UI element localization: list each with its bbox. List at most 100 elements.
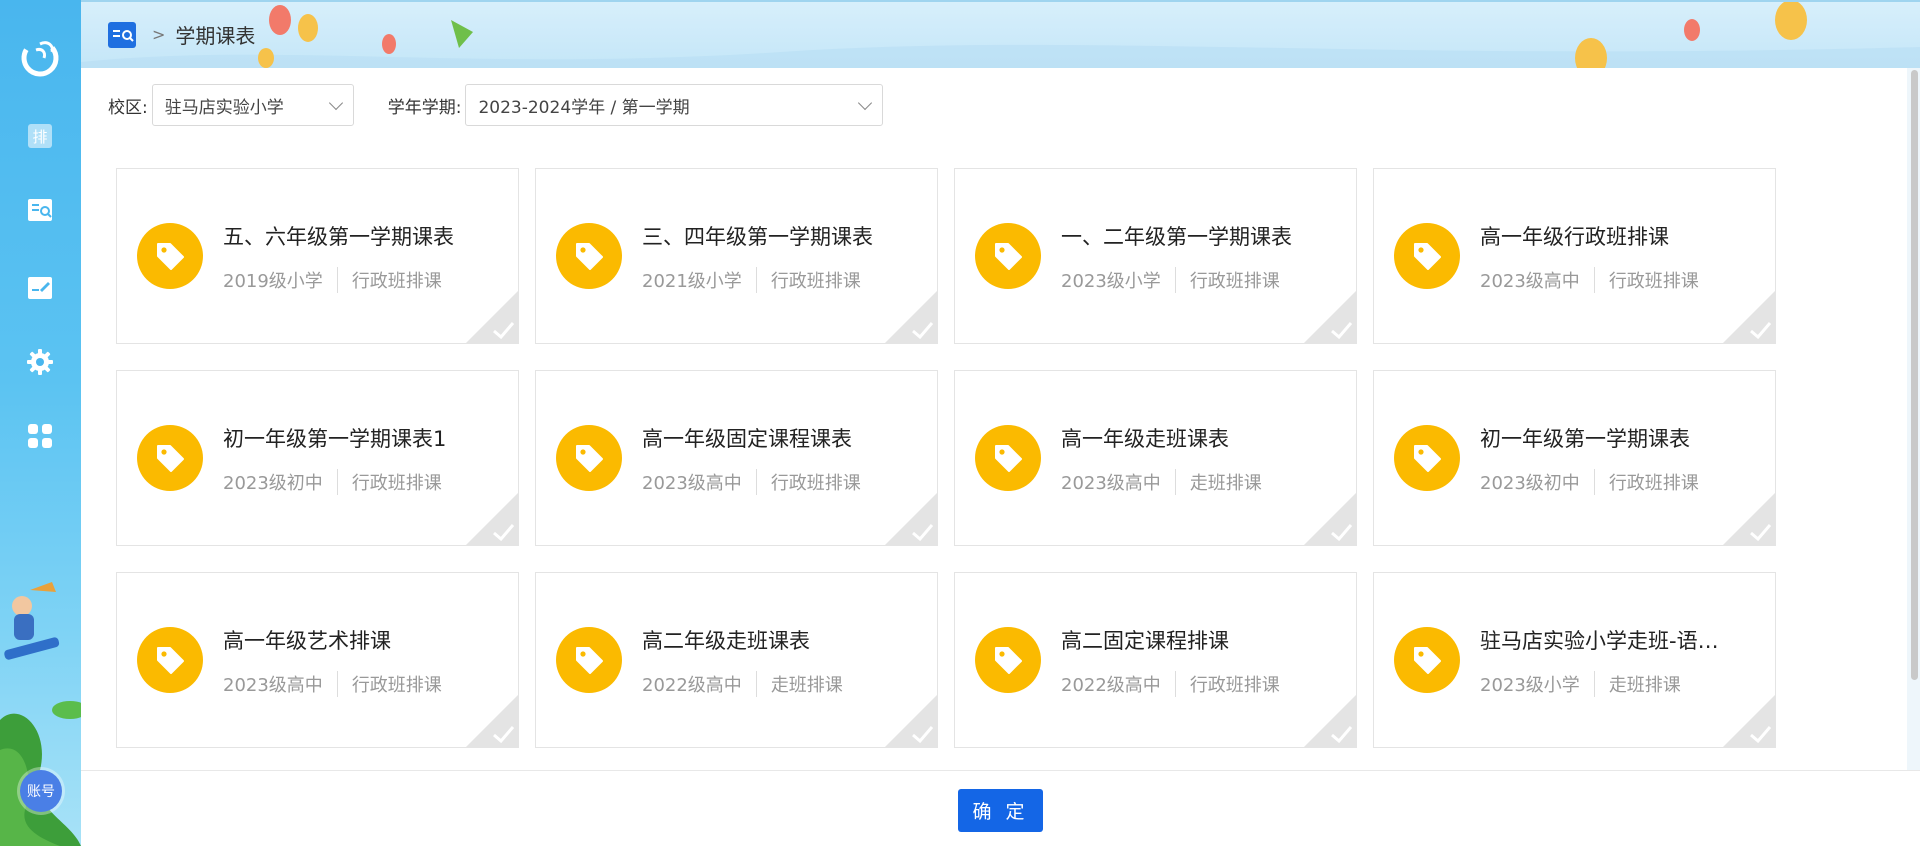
tag-icon bbox=[975, 223, 1041, 289]
divider bbox=[1593, 469, 1595, 495]
checkmark-corner-icon bbox=[1723, 291, 1775, 343]
schedule-card[interactable]: 高一年级行政班排课 2023级高中 行政班排课 bbox=[1373, 168, 1776, 344]
card-title: 初一年级第一学期课表 bbox=[1480, 427, 1690, 451]
schedule-card[interactable]: 高一年级走班课表 2023级高中 走班排课 bbox=[954, 370, 1357, 546]
card-meta: 2021级小学 行政班排课 bbox=[642, 267, 861, 293]
card-grade: 2023级高中 bbox=[642, 473, 742, 494]
sidebar-item-schedule[interactable]: 排 bbox=[22, 118, 58, 154]
card-meta: 2023级小学 走班排课 bbox=[1480, 671, 1681, 697]
card-schedule-type: 走班排课 bbox=[1189, 473, 1262, 494]
tag-icon bbox=[556, 223, 622, 289]
schedule-card[interactable]: 驻马店实验小学走班-语… 2023级小学 走班排课 bbox=[1373, 572, 1776, 748]
campus-label: 校区: bbox=[108, 97, 148, 118]
card-schedule-type: 行政班排课 bbox=[1608, 271, 1699, 292]
card-title: 高一年级艺术排课 bbox=[223, 629, 391, 653]
schedule-card[interactable]: 一、二年级第一学期课表 2023级小学 行政班排课 bbox=[954, 168, 1357, 344]
checkmark-corner-icon bbox=[466, 695, 518, 747]
schedule-card[interactable]: 初一年级第一学期课表1 2023级初中 行政班排课 bbox=[116, 370, 519, 546]
card-grade: 2023级小学 bbox=[1061, 271, 1161, 292]
card-schedule-type: 走班排课 bbox=[770, 675, 843, 696]
term-label: 学年学期: bbox=[387, 97, 462, 118]
breadcrumb: > 学期课表 bbox=[108, 20, 255, 49]
schedule-card[interactable]: 高二年级走班课表 2022级高中 走班排课 bbox=[535, 572, 938, 748]
card-grade: 2023级小学 bbox=[1480, 675, 1580, 696]
confirm-button[interactable]: 确 定 bbox=[958, 789, 1043, 832]
card-grade: 2023级高中 bbox=[1061, 473, 1161, 494]
card-schedule-type: 行政班排课 bbox=[1189, 675, 1280, 696]
tag-icon bbox=[137, 223, 203, 289]
main-panel: 校区: 驻马店实验小学 学年学期: 2023-2024学年 / 第一学期 五、六… bbox=[81, 68, 1907, 770]
sidebar-item-apps[interactable] bbox=[22, 418, 58, 454]
account-button[interactable]: 账号 bbox=[20, 770, 62, 812]
schedule-card[interactable]: 五、六年级第一学期课表 2019级小学 行政班排课 bbox=[116, 168, 519, 344]
book-search-icon bbox=[28, 199, 52, 221]
card-meta: 2023级初中 行政班排课 bbox=[1480, 469, 1699, 495]
checkmark-corner-icon bbox=[1723, 493, 1775, 545]
checkmark-corner-icon bbox=[885, 493, 937, 545]
chevron-down-icon bbox=[858, 95, 873, 110]
schedule-card[interactable]: 三、四年级第一学期课表 2021级小学 行政班排课 bbox=[535, 168, 938, 344]
checkmark-corner-icon bbox=[1304, 291, 1356, 343]
campus-select[interactable]: 驻马店实验小学 bbox=[151, 84, 354, 126]
divider bbox=[336, 671, 338, 697]
divider bbox=[755, 267, 757, 293]
card-schedule-type: 行政班排课 bbox=[1189, 271, 1280, 292]
sidebar-item-term-schedule[interactable] bbox=[22, 192, 58, 228]
schedule-card-grid: 五、六年级第一学期课表 2019级小学 行政班排课 三、四年级第一学期课表 20… bbox=[116, 168, 1776, 748]
card-schedule-type: 走班排课 bbox=[1608, 675, 1681, 696]
tag-icon bbox=[975, 627, 1041, 693]
sidebar: 排 账号 bbox=[0, 0, 81, 846]
sidebar-item-settings[interactable] bbox=[22, 344, 58, 380]
tag-icon bbox=[556, 627, 622, 693]
top-banner: > 学期课表 bbox=[81, 0, 1920, 68]
card-schedule-type: 行政班排课 bbox=[770, 271, 861, 292]
tag-icon bbox=[137, 627, 203, 693]
gear-icon bbox=[27, 349, 53, 375]
checkmark-corner-icon bbox=[1723, 695, 1775, 747]
divider bbox=[1593, 267, 1595, 293]
card-title: 三、四年级第一学期课表 bbox=[642, 225, 873, 249]
checkmark-corner-icon bbox=[466, 291, 518, 343]
filter-bar: 校区: 驻马店实验小学 学年学期: 2023-2024学年 / 第一学期 bbox=[108, 84, 884, 126]
sidebar-item-edit[interactable] bbox=[22, 270, 58, 306]
card-grade: 2023级高中 bbox=[1480, 271, 1580, 292]
divider bbox=[755, 671, 757, 697]
schedule-card[interactable]: 高一年级艺术排课 2023级高中 行政班排课 bbox=[116, 572, 519, 748]
card-grade: 2023级初中 bbox=[1480, 473, 1580, 494]
vertical-scrollbar[interactable] bbox=[1911, 70, 1918, 680]
divider bbox=[755, 469, 757, 495]
card-meta: 2023级高中 行政班排课 bbox=[223, 671, 442, 697]
card-meta: 2022级高中 行政班排课 bbox=[1061, 671, 1280, 697]
card-meta: 2023级高中 行政班排课 bbox=[642, 469, 861, 495]
apps-grid-icon bbox=[28, 424, 52, 448]
tag-icon bbox=[1394, 425, 1460, 491]
schedule-card[interactable]: 初一年级第一学期课表 2023级初中 行政班排课 bbox=[1373, 370, 1776, 546]
edit-board-icon bbox=[28, 277, 52, 299]
banner-balloons-decoration bbox=[81, 2, 1920, 68]
checkmark-corner-icon bbox=[1304, 493, 1356, 545]
card-title: 初一年级第一学期课表1 bbox=[223, 427, 447, 451]
campus-select-value: 驻马店实验小学 bbox=[164, 97, 284, 118]
term-select[interactable]: 2023-2024学年 / 第一学期 bbox=[465, 84, 884, 126]
chevron-down-icon bbox=[328, 95, 343, 110]
schedule-card[interactable]: 高一年级固定课程课表 2023级高中 行政班排课 bbox=[535, 370, 938, 546]
card-meta: 2023级初中 行政班排课 bbox=[223, 469, 442, 495]
tag-icon bbox=[975, 425, 1041, 491]
tag-icon bbox=[137, 425, 203, 491]
checkmark-corner-icon bbox=[885, 291, 937, 343]
schedule-card[interactable]: 高二固定课程排课 2022级高中 行政班排课 bbox=[954, 572, 1357, 748]
card-grade: 2022级高中 bbox=[642, 675, 742, 696]
card-grade: 2023级高中 bbox=[223, 675, 323, 696]
divider bbox=[1593, 671, 1595, 697]
tag-icon bbox=[1394, 627, 1460, 693]
card-grade: 2021级小学 bbox=[642, 271, 742, 292]
card-title: 一、二年级第一学期课表 bbox=[1061, 225, 1292, 249]
card-meta: 2023级小学 行政班排课 bbox=[1061, 267, 1280, 293]
card-title: 高一年级行政班排课 bbox=[1480, 225, 1669, 249]
checkmark-corner-icon bbox=[1304, 695, 1356, 747]
card-meta: 2019级小学 行政班排课 bbox=[223, 267, 442, 293]
card-title: 驻马店实验小学走班-语… bbox=[1480, 629, 1719, 653]
card-schedule-type: 行政班排课 bbox=[351, 675, 442, 696]
card-schedule-type: 行政班排课 bbox=[351, 473, 442, 494]
book-search-icon bbox=[108, 21, 136, 48]
